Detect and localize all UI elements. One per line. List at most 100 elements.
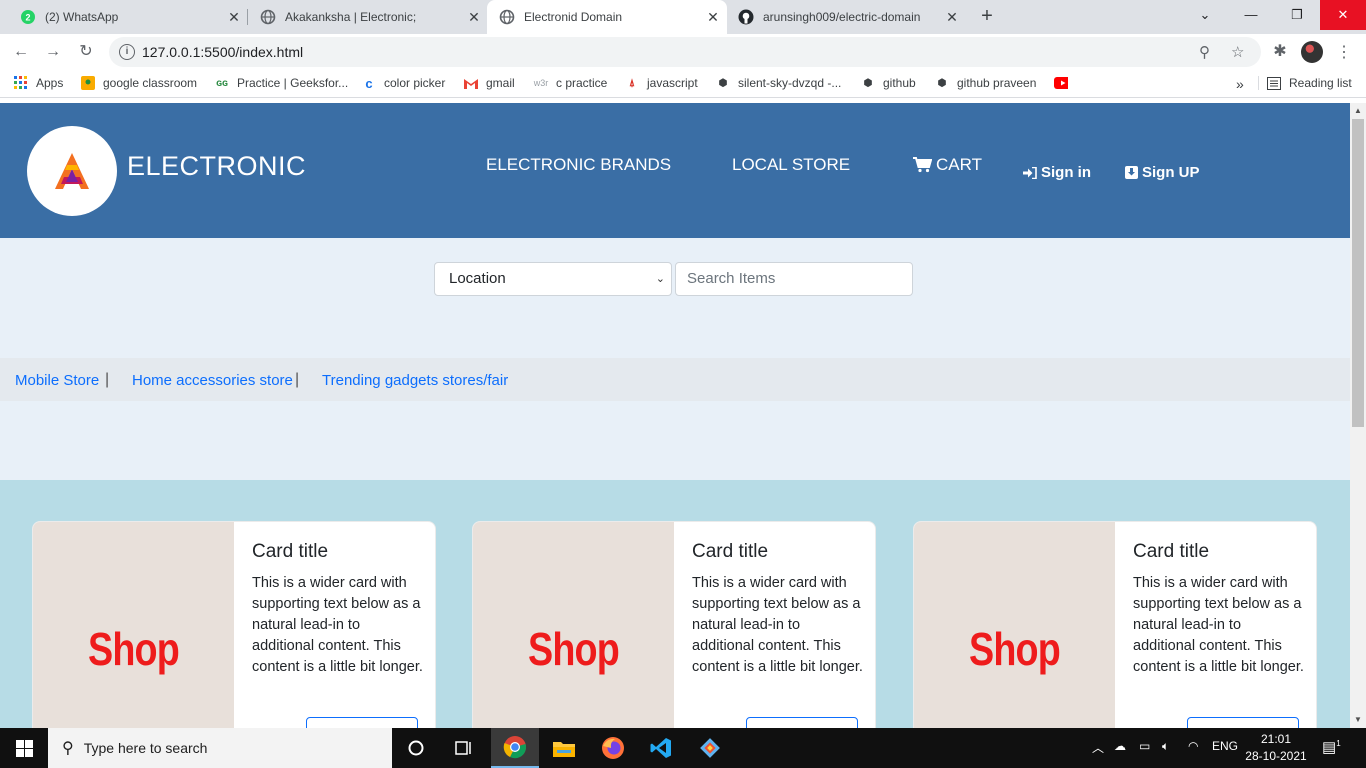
nav-cart[interactable]: CART [913, 155, 982, 175]
card-image-text: Shop [87, 623, 180, 675]
tab-title: Akakanksha | Electronic; [285, 10, 417, 24]
close-icon[interactable]: ✕ [464, 9, 484, 26]
bookmark-gmail[interactable]: gmail [464, 76, 515, 90]
shop-card: Shop Card title This is a wider card wit… [472, 521, 876, 728]
tab-electronid-domain[interactable]: Electronid Domain ✕ [487, 0, 727, 34]
card-image: Shop [914, 522, 1115, 728]
file-explorer-icon[interactable] [540, 728, 588, 768]
url-text[interactable]: 127.0.0.1:5500/index.html [142, 44, 303, 60]
tab-search-chevron-icon[interactable]: ⌄ [1182, 0, 1228, 30]
extensions-puzzle-icon[interactable]: ✱ [1268, 40, 1292, 64]
link-trending-gadgets[interactable]: Trending gadgets stores/fair [322, 372, 508, 389]
store-links-bar: Mobile Store | Home accessories store | … [0, 358, 1350, 401]
globe-icon [499, 9, 515, 25]
reading-list[interactable]: Reading list [1258, 76, 1352, 90]
page-scrollbar[interactable]: ▲ ▼ [1350, 103, 1366, 728]
scroll-thumb[interactable] [1352, 119, 1364, 427]
cortana-circle-icon[interactable] [392, 728, 440, 768]
taskbar-search-box[interactable]: ⚲ Type here to search [48, 728, 392, 768]
bookmark-star-icon[interactable]: ☆ [1231, 43, 1244, 61]
forward-arrow-icon[interactable]: → [41, 40, 65, 64]
windows-start-button[interactable] [0, 728, 48, 768]
close-icon[interactable]: ✕ [942, 9, 962, 26]
search-icon: ⚲ [62, 740, 74, 757]
firefox-icon[interactable] [589, 728, 637, 768]
chrome-taskbar-icon[interactable] [491, 728, 539, 768]
codesandbox-icon: ⬢ [863, 77, 873, 89]
site-header: ELECTRONIC ELECTRONIC BRANDS LOCAL STORE… [0, 103, 1350, 238]
tab-whatsapp[interactable]: 2 (2) WhatsApp ✕ [0, 0, 248, 34]
bookmark-color-picker[interactable]: c color picker [362, 76, 445, 91]
card-button[interactable] [1187, 717, 1299, 728]
bookmark-label: Practice | Geeksfor... [237, 76, 349, 90]
site-info-icon[interactable]: i [119, 44, 135, 60]
reload-icon[interactable]: ↻ [74, 40, 98, 64]
tab-title: arunsingh009/electric-domain [763, 10, 921, 24]
task-view-icon[interactable] [440, 728, 488, 768]
codesandbox-icon: ⬢ [718, 77, 728, 89]
restore-icon[interactable]: ❐ [1274, 0, 1320, 30]
search-input[interactable]: Search Items [675, 262, 913, 296]
bookmark-google-classroom[interactable]: google classroom [81, 76, 197, 90]
location-select[interactable]: Location ⌄ [434, 262, 672, 296]
brand-name[interactable]: ELECTRONIC [127, 151, 306, 182]
taskbar-clock[interactable]: 21:01 28-10-2021 [1244, 731, 1308, 765]
bookmark-github-praveen[interactable]: ⬢ github praveen [935, 76, 1037, 90]
codesandbox-icon: ⬢ [937, 77, 947, 89]
link-home-accessories-store[interactable]: Home accessories store [132, 372, 293, 389]
volume-icon[interactable]: 🔈︎ [1162, 739, 1169, 754]
card-image-text: Shop [968, 623, 1061, 675]
card-image-text: Shop [527, 623, 620, 675]
back-arrow-icon[interactable]: ← [9, 40, 33, 64]
bookmark-label: silent-sky-dvzqd -... [738, 76, 842, 90]
youtube-icon [1054, 76, 1068, 90]
shop-cards-section: Shop Card title This is a wider card wit… [0, 480, 1350, 728]
zoom-magnifier-icon[interactable]: ⚲ [1199, 43, 1210, 61]
minimize-icon[interactable]: — [1228, 0, 1274, 30]
bookmark-silent-sky[interactable]: ⬢ silent-sky-dvzqd -... [716, 76, 842, 90]
bookmark-javascript[interactable]: ⍋ javascript [625, 76, 698, 90]
nav-electronic-brands[interactable]: ELECTRONIC BRANDS [486, 155, 671, 175]
shop-card: Shop Card title This is a wider card wit… [913, 521, 1317, 728]
card-button[interactable] [306, 717, 418, 728]
scroll-up-arrow-icon[interactable]: ▲ [1350, 103, 1366, 119]
logo-a-icon [55, 153, 89, 189]
card-button[interactable] [746, 717, 858, 728]
taskbar-search-placeholder: Type here to search [83, 740, 208, 756]
site-logo[interactable] [27, 126, 117, 216]
bookmark-label: gmail [486, 76, 515, 90]
link-separator: | [105, 371, 110, 388]
vscode-icon[interactable] [637, 728, 685, 768]
notification-center-icon[interactable]: ▤1 [1322, 738, 1341, 756]
profile-avatar[interactable] [1301, 41, 1323, 63]
git-app-icon[interactable] [686, 728, 734, 768]
reading-list-label: Reading list [1289, 76, 1352, 90]
card-title: Card title [692, 541, 769, 562]
clock-date: 28-10-2021 [1245, 749, 1307, 763]
menu-dots-icon[interactable]: ⋮ [1336, 42, 1352, 62]
svg-text:2: 2 [25, 13, 30, 23]
bookmark-github[interactable]: ⬢ github [861, 76, 916, 90]
new-tab-plus-icon[interactable]: + [975, 4, 999, 28]
bookmark-geeksforgeeks[interactable]: ɢɢ Practice | Geeksfor... [215, 76, 348, 90]
bookmark-label: google classroom [103, 76, 198, 90]
cloud-sync-icon[interactable]: ☁ [1114, 739, 1126, 753]
language-indicator[interactable]: ENG [1212, 739, 1238, 753]
scroll-down-arrow-icon[interactable]: ▼ [1350, 712, 1366, 728]
bookmark-c-practice[interactable]: w3r c practice [534, 76, 608, 90]
tab-akakanksha[interactable]: Akakanksha | Electronic; ✕ [240, 0, 488, 34]
show-hidden-icons-chevron-icon[interactable]: ︿ [1092, 739, 1104, 756]
sign-in-link[interactable]: Sign in [1023, 164, 1091, 181]
address-bar[interactable]: i 127.0.0.1:5500/index.html ⚲ ☆ [109, 37, 1261, 67]
card-title: Card title [252, 541, 329, 562]
sign-up-link[interactable]: Sign UP [1125, 164, 1200, 181]
link-mobile-store[interactable]: Mobile Store [15, 372, 99, 389]
nav-local-store[interactable]: LOCAL STORE [732, 155, 850, 175]
bookmark-youtube[interactable] [1054, 76, 1076, 90]
battery-icon[interactable]: ▭ [1139, 739, 1150, 753]
window-close-icon[interactable]: ✕ [1320, 0, 1366, 30]
wifi-icon[interactable]: ◠ [1188, 739, 1198, 753]
bookmark-apps[interactable]: Apps [14, 76, 63, 90]
bookmarks-overflow-chevron-icon[interactable]: » [1236, 76, 1244, 92]
tab-github-repo[interactable]: arunsingh009/electric-domain ✕ [718, 0, 966, 34]
